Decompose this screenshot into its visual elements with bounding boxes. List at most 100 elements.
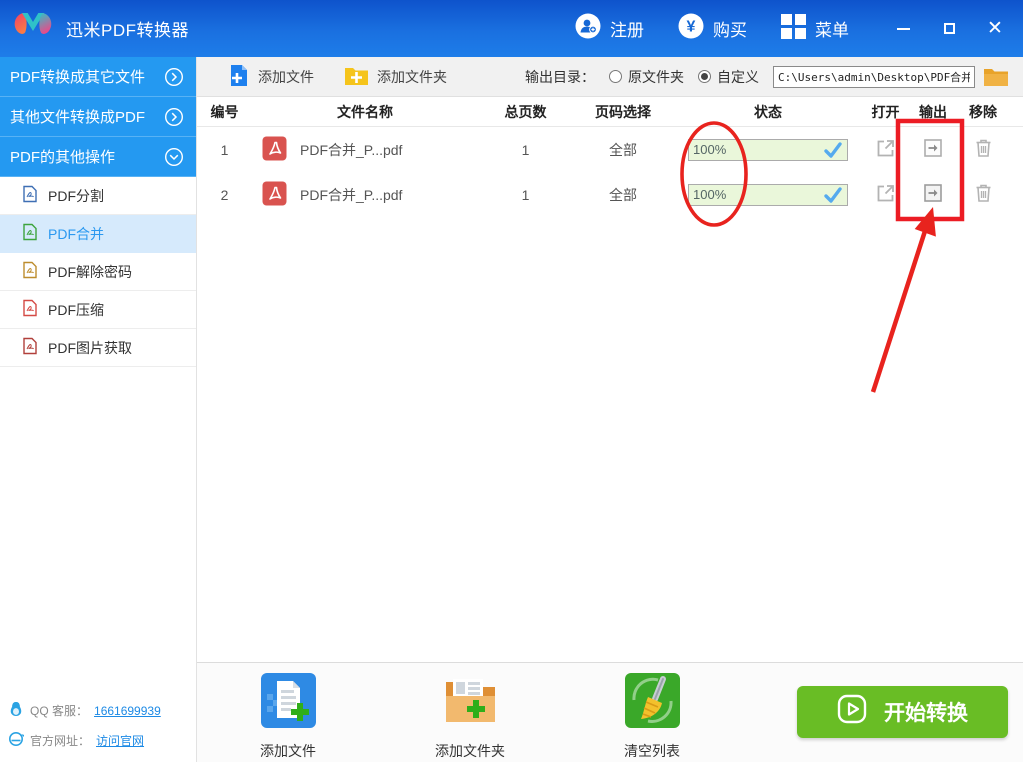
sidebar-item-label: PDF合并 (48, 225, 104, 242)
chevron-right-circle-icon (164, 107, 184, 127)
sidebar-item-pdf-split[interactable]: PDF分割 (0, 177, 196, 215)
sidebar-item-pdf-extract-images[interactable]: PDF图片获取 (0, 329, 196, 367)
browse-folder-icon[interactable] (983, 66, 1009, 87)
progress-percent: 100% (693, 142, 727, 157)
trash-icon[interactable] (973, 182, 994, 204)
row-number: 1 (220, 141, 229, 158)
add-file-big-icon (260, 672, 317, 732)
output-path-input[interactable] (773, 65, 975, 88)
add-file-button[interactable]: 添加文件 (229, 64, 314, 90)
official-site-link[interactable]: 访问官网 (96, 732, 144, 749)
add-folder-big-icon (442, 672, 499, 732)
page-range: 全部 (609, 186, 637, 203)
col-output: 输出 (919, 103, 947, 120)
add-folder-icon (344, 65, 369, 89)
pdf-doc-icon (22, 299, 38, 320)
main-panel: 添加文件 添加文件夹 输出目录： 原文件夹 自定义 C:\Users\admin… (197, 57, 1023, 762)
add-file-icon (229, 64, 250, 90)
buy-label: 购买 (713, 21, 747, 40)
col-pages: 总页数 (504, 103, 547, 120)
qq-service-label: QQ 客服： (30, 704, 89, 718)
chevron-right-circle-icon (164, 67, 184, 87)
buy-button[interactable]: ¥ 购买 (678, 13, 747, 44)
top-toolbar: 添加文件 添加文件夹 输出目录： 原文件夹 自定义 (197, 57, 1023, 97)
grid-menu-icon (781, 13, 806, 44)
sidebar-section-pdf-other-ops[interactable]: PDF的其他操作 (0, 137, 196, 177)
sidebar-section-pdf-to-other[interactable]: PDF转换成其它文件 (0, 57, 196, 97)
qq-icon (8, 701, 24, 720)
sidebar-item-pdf-compress[interactable]: PDF压缩 (0, 291, 196, 329)
menu-label: 菜单 (815, 21, 849, 40)
col-no: 编号 (210, 103, 239, 120)
check-icon (824, 141, 842, 158)
add-folder-big-label: 添加文件夹 (435, 743, 505, 759)
app-logo-icon (10, 6, 56, 51)
page-count: 1 (521, 141, 530, 158)
clear-list-broom-icon (624, 672, 681, 732)
chevron-down-circle-icon (164, 147, 184, 167)
open-file-icon[interactable] (875, 137, 897, 159)
file-name: PDF合并_P...pdf (300, 141, 403, 158)
official-site-label: 官方网址： (30, 734, 91, 748)
progress-bar: 100% (688, 183, 848, 206)
output-file-icon[interactable] (922, 182, 944, 204)
open-file-icon[interactable] (875, 182, 897, 204)
output-file-icon[interactable] (922, 137, 944, 159)
col-open: 打开 (871, 103, 900, 120)
register-button[interactable]: 注册 (575, 13, 644, 44)
app-window: 迅米PDF转换器 注册 ¥ 购买 菜单 ✕ PDF转换成其它文件 其他文件转换成… (0, 0, 1023, 762)
sidebar-item-label: PDF解除密码 (48, 263, 132, 280)
radio-source-label: 原文件夹 (628, 68, 684, 85)
section-label: 其他文件转换成PDF (10, 109, 146, 126)
radio-circle-icon (609, 70, 622, 83)
titlebar: 迅米PDF转换器 注册 ¥ 购买 菜单 ✕ (0, 0, 1023, 57)
radio-circle-checked-icon (698, 70, 711, 83)
table-row: 2 PDF合并_P...pdf 1 全部 100% (197, 172, 1023, 217)
pdf-file-icon (262, 181, 287, 209)
add-file-big-label: 添加文件 (260, 743, 316, 759)
trash-icon[interactable] (973, 137, 994, 159)
sidebar-section-other-to-pdf[interactable]: 其他文件转换成PDF (0, 97, 196, 137)
qq-number-link[interactable]: 1661699939 (94, 704, 161, 718)
col-page-range: 页码选择 (595, 103, 651, 120)
clear-list-big-button[interactable]: 清空列表 (607, 672, 697, 761)
col-remove: 移除 (969, 103, 997, 120)
menu-button[interactable]: 菜单 (781, 13, 849, 44)
pdf-doc-icon (22, 337, 38, 358)
start-convert-button[interactable]: 开始转换 (797, 686, 1008, 738)
sidebar-footer: QQ 客服： 1661699939 官方网址： 访问官网 (0, 693, 196, 762)
section-label: PDF转换成其它文件 (10, 69, 146, 86)
output-dir-label: 输出目录： (525, 68, 595, 85)
minimize-button[interactable] (895, 21, 911, 37)
col-filename: 文件名称 (337, 103, 393, 120)
add-file-big-button[interactable]: 添加文件 (243, 672, 333, 761)
progress-percent: 100% (693, 187, 727, 202)
add-folder-button[interactable]: 添加文件夹 (344, 65, 447, 89)
bottom-toolbar: 添加文件 添加文件夹 清空列表 开始转换 (197, 662, 1023, 762)
col-status: 状态 (754, 103, 782, 120)
add-folder-big-button[interactable]: 添加文件夹 (425, 672, 515, 761)
sidebar-item-pdf-merge[interactable]: PDF合并 (0, 215, 196, 253)
sidebar-item-label: PDF压缩 (48, 301, 104, 318)
sidebar-item-label: PDF分割 (48, 187, 104, 204)
add-folder-label: 添加文件夹 (377, 68, 447, 85)
start-convert-label: 开始转换 (884, 702, 968, 725)
app-title: 迅米PDF转换器 (66, 21, 189, 40)
file-name: PDF合并_P...pdf (300, 186, 403, 203)
pdf-doc-icon (22, 185, 38, 206)
play-icon (837, 694, 867, 730)
radio-custom-label: 自定义 (717, 68, 759, 85)
progress-bar: 100% (688, 138, 848, 161)
close-button[interactable]: ✕ (987, 19, 1003, 38)
section-label: PDF的其他操作 (10, 149, 116, 166)
sidebar-item-label: PDF图片获取 (48, 339, 132, 356)
radio-source-folder[interactable]: 原文件夹 (609, 67, 684, 87)
row-number: 2 (220, 186, 229, 203)
sidebar-item-pdf-remove-password[interactable]: PDF解除密码 (0, 253, 196, 291)
pdf-doc-icon (22, 261, 38, 282)
browser-e-icon (8, 731, 25, 750)
radio-custom-folder[interactable]: 自定义 (698, 67, 759, 87)
maximize-button[interactable] (941, 21, 957, 37)
yen-coin-icon: ¥ (678, 13, 704, 44)
clear-list-big-label: 清空列表 (624, 743, 680, 759)
